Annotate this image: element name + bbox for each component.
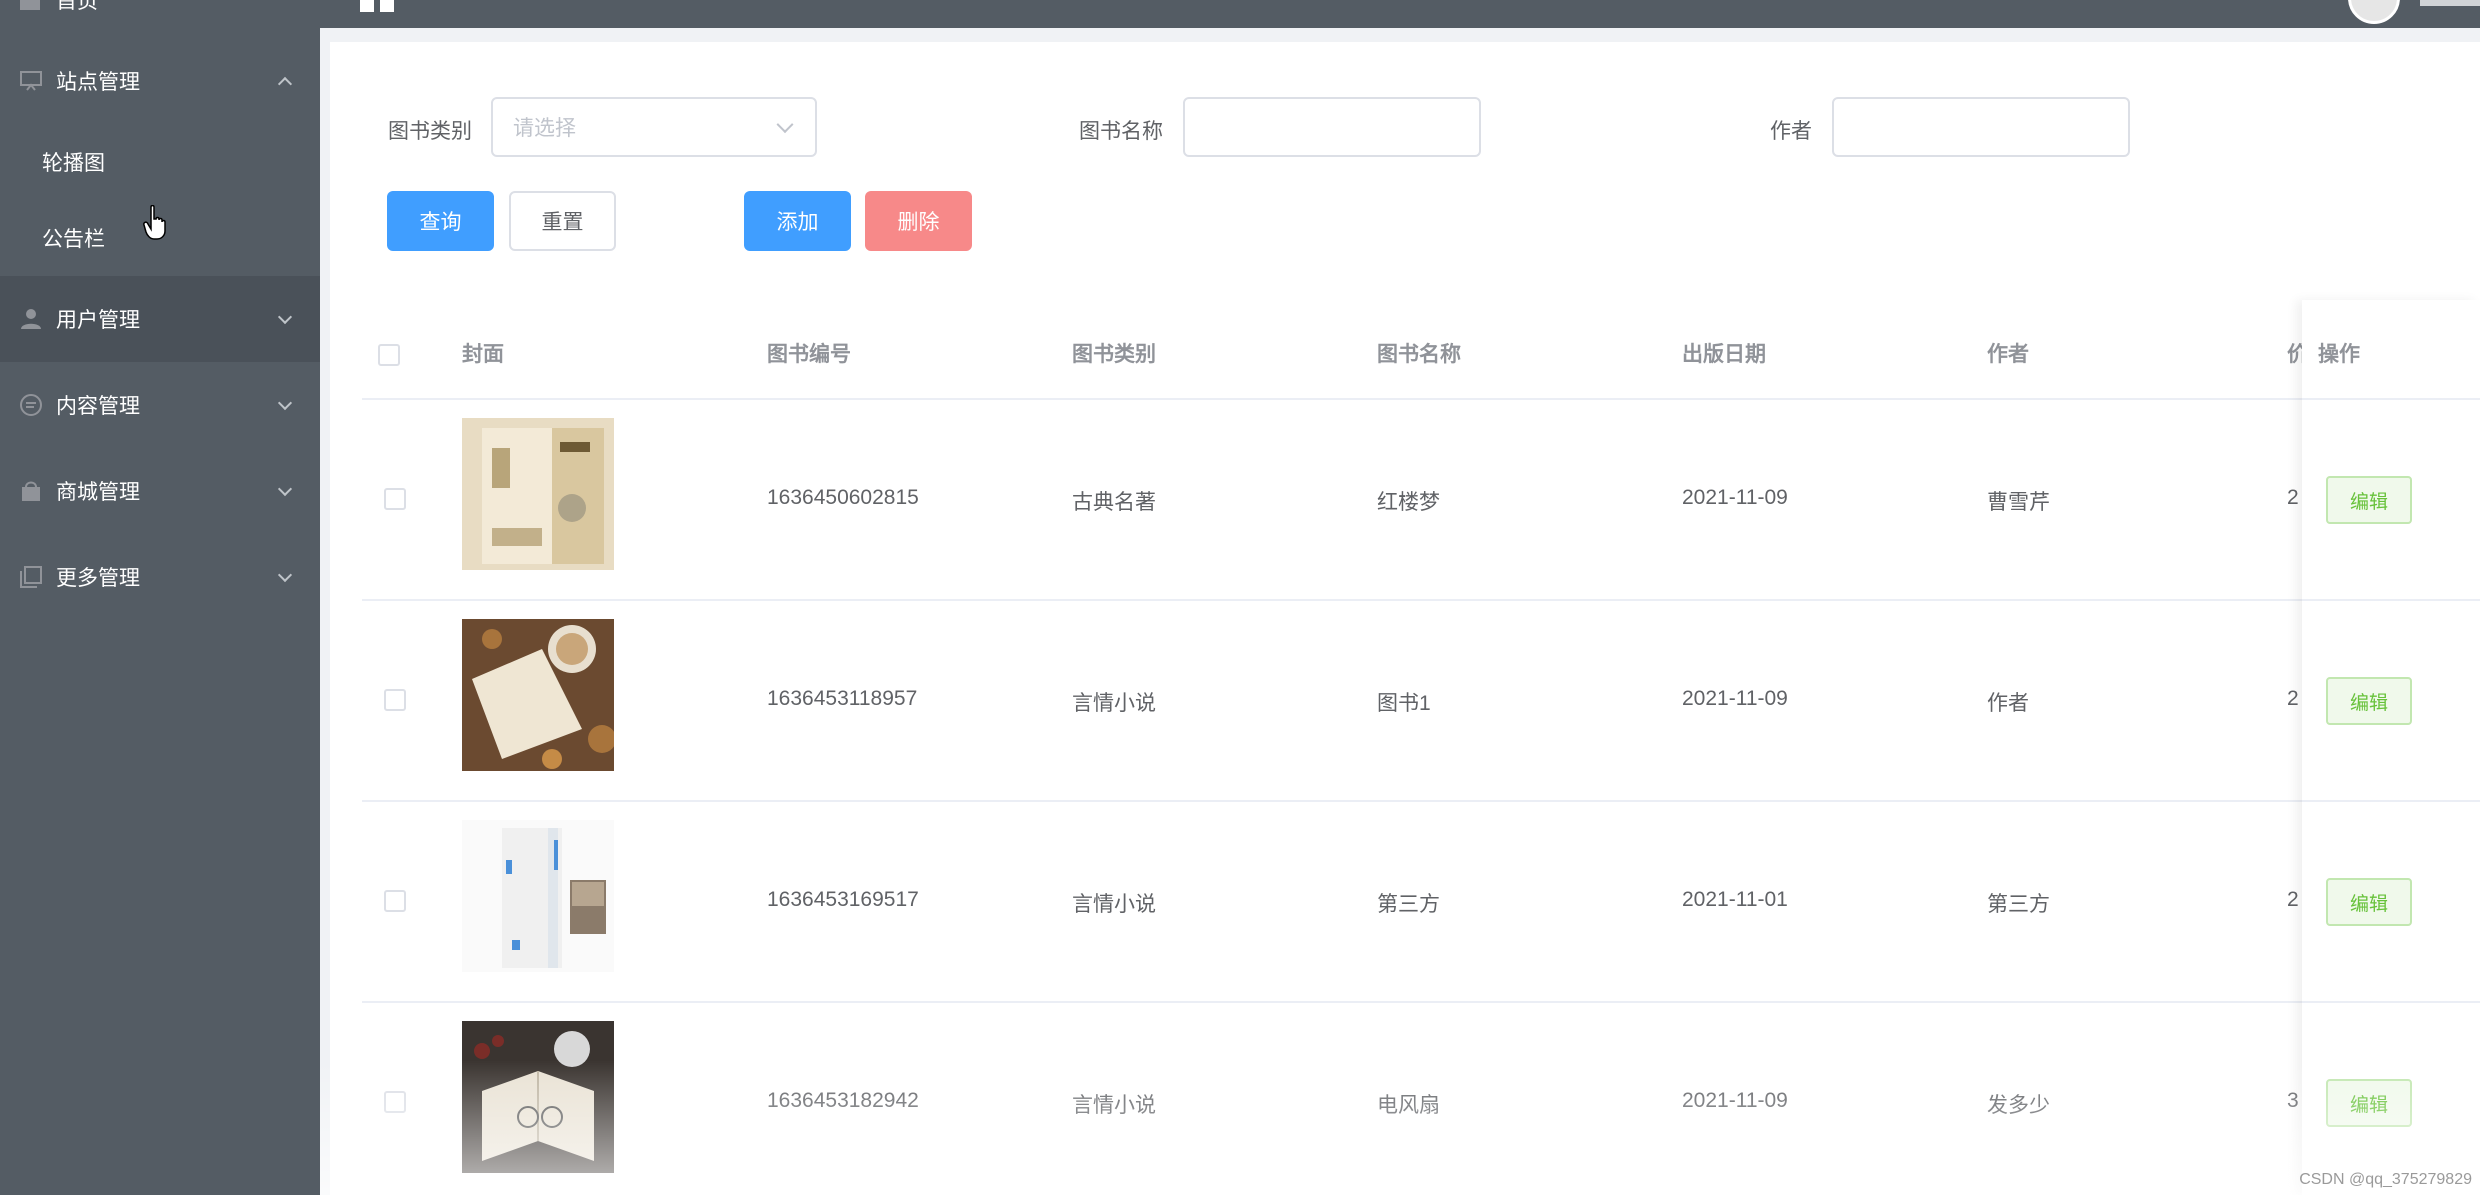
cell-name: 第三方 [1377, 893, 1440, 916]
chevron-down-icon [277, 395, 293, 411]
cell-partial: 3 [2287, 1089, 2299, 1112]
cell-author: 发多少 [1987, 1094, 2050, 1117]
book-cover-image[interactable] [462, 418, 614, 570]
cell-name: 电风扇 [1377, 1094, 1440, 1117]
book-name-input[interactable] [1183, 97, 1481, 157]
username-partial[interactable] [2420, 0, 2480, 6]
sidebar-item-label: 商城管理 [56, 481, 140, 504]
message-icon [18, 392, 44, 418]
user-icon [18, 306, 44, 332]
cell-partial: 2 [2287, 888, 2299, 911]
sidebar-item-label: 首页 [56, 0, 98, 13]
row-checkbox[interactable] [384, 1091, 406, 1113]
chevron-down-icon [277, 309, 293, 325]
watermark: CSDN @qq_375279829 [2299, 1171, 2472, 1188]
sidebar-item-site-management[interactable]: 站点管理 [0, 38, 320, 124]
sidebar-item-label: 内容管理 [56, 395, 140, 418]
header-pub-date: 出版日期 [1682, 343, 1766, 366]
sidebar-item-label: 更多管理 [56, 567, 140, 590]
avatar[interactable] [2348, 0, 2400, 24]
category-label: 图书类别 [388, 120, 472, 143]
table-row: 1636450602815 古典名著 红楼梦 2021-11-09 曹雪芹 2 [362, 400, 2480, 601]
table-header: 封面 图书编号 图书类别 图书名称 出版日期 作者 价 [362, 300, 2480, 400]
copy-icon [18, 564, 44, 590]
cell-name: 红楼梦 [1377, 491, 1440, 514]
fixed-ops-column: 操作 编辑 编辑 编辑 编辑 [2302, 300, 2480, 1195]
row-checkbox[interactable] [384, 890, 406, 912]
cell-book-no: 1636453182942 [767, 1089, 919, 1112]
cell-category: 言情小说 [1072, 692, 1156, 715]
add-button[interactable]: 添加 [744, 191, 851, 251]
cell-partial: 2 [2287, 486, 2299, 509]
edit-button[interactable]: 编辑 [2326, 476, 2412, 524]
edit-button[interactable]: 编辑 [2326, 1079, 2412, 1127]
table-row: 1636453169517 言情小说 第三方 2021-11-01 第三方 2 [362, 802, 2480, 1003]
category-select-placeholder: 请选择 [513, 117, 576, 140]
book-cover-image[interactable] [462, 820, 614, 972]
cell-pub-date: 2021-11-01 [1682, 888, 1788, 911]
author-label: 作者 [1770, 120, 1812, 143]
table-row: 1636453118957 言情小说 图书1 2021-11-09 作者 2 [362, 601, 2480, 802]
cell-category: 言情小说 [1072, 1094, 1156, 1117]
monitor-icon [18, 68, 44, 94]
sidebar-item-home[interactable]: 首页 [0, 0, 98, 30]
header-book-no: 图书编号 [767, 343, 851, 366]
cell-author: 第三方 [1987, 893, 2050, 916]
header-author: 作者 [1987, 343, 2029, 366]
row-checkbox[interactable] [384, 689, 406, 711]
cell-author: 曹雪芹 [1987, 491, 2050, 514]
sidebar: 首页 站点管理 轮播图 公告栏 用户管理 内容管理 商城管理 更多管理 [0, 0, 320, 1195]
edit-button[interactable]: 编辑 [2326, 677, 2412, 725]
sidebar-item-content-management[interactable]: 内容管理 [0, 362, 320, 448]
delete-button[interactable]: 删除 [865, 191, 972, 251]
cell-category: 古典名著 [1072, 491, 1156, 514]
cell-author: 作者 [1987, 692, 2029, 715]
header-cover: 封面 [462, 343, 504, 366]
book-cover-image[interactable] [462, 1021, 614, 1173]
reset-button[interactable]: 重置 [509, 191, 616, 251]
book-name-label: 图书名称 [1079, 120, 1163, 143]
top-header [320, 0, 2480, 28]
edit-button[interactable]: 编辑 [2326, 878, 2412, 926]
sidebar-item-label: 用户管理 [56, 309, 140, 332]
shopping-bag-icon [18, 478, 44, 504]
sidebar-subitem-label: 公告栏 [42, 228, 105, 251]
cell-book-no: 1636453169517 [767, 888, 919, 911]
cell-book-no: 1636453118957 [767, 687, 918, 710]
sidebar-item-more-management[interactable]: 更多管理 [0, 534, 320, 620]
cell-pub-date: 2021-11-09 [1682, 1089, 1788, 1112]
chevron-down-icon [277, 567, 293, 583]
sidebar-item-user-management[interactable]: 用户管理 [0, 276, 320, 362]
chevron-up-icon [277, 76, 293, 92]
category-select[interactable]: 请选择 [491, 97, 817, 157]
menu-toggle-icon[interactable] [338, 0, 394, 14]
header-ops: 操作 [2318, 343, 2360, 366]
cell-pub-date: 2021-11-09 [1682, 687, 1788, 710]
sidebar-item-shop-management[interactable]: 商城管理 [0, 448, 320, 534]
sidebar-subitem-label: 轮播图 [42, 152, 105, 175]
chevron-down-icon [277, 481, 293, 497]
chevron-down-icon [776, 116, 794, 134]
author-input[interactable] [1832, 97, 2130, 157]
cell-pub-date: 2021-11-09 [1682, 486, 1788, 509]
book-cover-image[interactable] [462, 619, 614, 771]
cell-partial: 2 [2287, 687, 2299, 710]
row-checkbox[interactable] [384, 488, 406, 510]
header-name: 图书名称 [1377, 343, 1461, 366]
header-category: 图书类别 [1072, 343, 1156, 366]
query-button[interactable]: 查询 [387, 191, 494, 251]
hand-cursor-icon [143, 204, 167, 241]
cell-book-no: 1636450602815 [767, 486, 919, 509]
cell-name: 图书1 [1377, 692, 1431, 715]
sidebar-item-label: 站点管理 [56, 71, 140, 94]
cell-category: 言情小说 [1072, 893, 1156, 916]
table-row: 1636453182942 言情小说 电风扇 2021-11-09 发多少 3 [362, 1003, 2480, 1195]
sidebar-subitem-carousel[interactable]: 轮播图 [0, 124, 320, 200]
home-icon [18, 0, 44, 10]
select-all-checkbox[interactable] [378, 344, 400, 366]
